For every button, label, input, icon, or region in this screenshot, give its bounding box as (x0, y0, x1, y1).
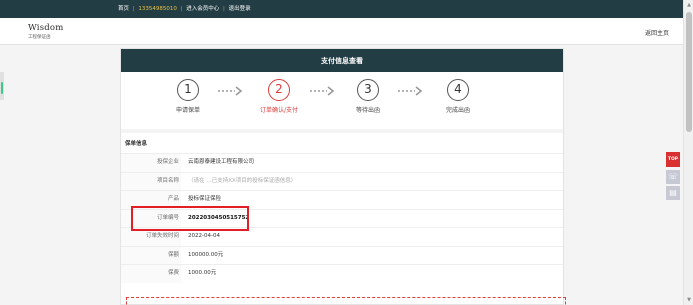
step-arrow-icon (398, 86, 423, 96)
coverage-amount-value: 100000.00元 (188, 251, 224, 258)
headset-icon: ☏ (667, 172, 678, 181)
top-links: 首页 | 13354985010 | 进入会员中心 | 退出登录 (118, 4, 251, 12)
step-label: 等待出函 (355, 107, 380, 114)
step-number: 1 (177, 79, 199, 101)
project-name-value: （请在 …已支持XX项目的投标保证函信息） (188, 177, 297, 184)
step-label: 完成出函 (445, 107, 470, 114)
customer-service-button[interactable]: ☏ (666, 170, 680, 184)
next-section-dashed-box (126, 297, 566, 305)
card-title-bar: 支付信息查看 (121, 49, 563, 72)
separator: | (132, 6, 135, 12)
logo[interactable]: Wisdom (28, 23, 64, 33)
row-label: 投保企业 (121, 154, 181, 172)
order-number-highlight (131, 206, 249, 231)
page-scrollbar[interactable]: ▲ ▼ (683, 0, 693, 305)
step-confirm-pay: 2 订单确认/支付 (254, 79, 304, 114)
logo-subtitle: 工程保证函 (28, 35, 51, 40)
step-number: 3 (357, 79, 379, 101)
home-link[interactable]: 首页 (118, 6, 129, 12)
insured-company-value: 云南恩泰建设工程有限公司 (188, 159, 255, 165)
step-arrow-icon (218, 86, 243, 96)
site-header: Wisdom 工程保证函 返回主页 (0, 18, 683, 45)
row-label: 项目名称 (121, 172, 181, 190)
row-label: 保额 (121, 246, 181, 264)
left-tab-indicator (1, 82, 3, 94)
logout-link[interactable]: 退出登录 (229, 6, 251, 12)
step-number: 4 (447, 79, 469, 101)
phone-number: 13354985010 (138, 6, 177, 12)
premium-value: 1000.00元 (188, 270, 217, 276)
separator: | (223, 6, 225, 12)
table-row: 保费 1000.00元 (121, 264, 563, 283)
document-icon: ▤ (669, 188, 677, 197)
scroll-up-icon[interactable]: ▲ (684, 0, 693, 10)
top-bar: 首页 | 13354985010 | 进入会员中心 | 退出登录 (0, 0, 683, 18)
scroll-thumb[interactable] (686, 12, 692, 132)
step-label: 订单确认/支付 (259, 107, 299, 114)
back-to-top-button[interactable]: TOP (666, 152, 680, 167)
step-complete: 4 完成出函 (433, 79, 483, 114)
row-label: 保费 (121, 265, 181, 283)
step-number: 2 (268, 79, 290, 101)
section-title: 保单信息 (125, 141, 148, 147)
document-button[interactable]: ▤ (666, 186, 680, 200)
section-divider (121, 129, 563, 133)
page-title: 支付信息查看 (321, 57, 363, 65)
back-home-link[interactable]: 返回主页 (645, 28, 669, 37)
table-row: 项目名称 （请在 …已支持XX项目的投标保证函信息） (121, 171, 563, 190)
step-arrow-icon (310, 86, 335, 96)
payment-info-card: 支付信息查看 1 申请保单 2 订单确认/支付 3 等待出函 4 完成出函 保单… (120, 48, 566, 305)
step-apply: 1 申请保单 (163, 79, 213, 114)
member-center-link[interactable]: 进入会员中心 (186, 6, 219, 12)
step-wait-issue: 3 等待出函 (343, 79, 393, 114)
table-row: 投保企业 云南恩泰建设工程有限公司 (121, 153, 563, 172)
step-label: 申请保单 (175, 107, 200, 114)
scroll-down-icon[interactable]: ▼ (684, 295, 693, 305)
left-side-tab[interactable] (0, 72, 4, 100)
separator: | (180, 6, 183, 12)
table-row: 保额 100000.00元 (121, 245, 563, 264)
